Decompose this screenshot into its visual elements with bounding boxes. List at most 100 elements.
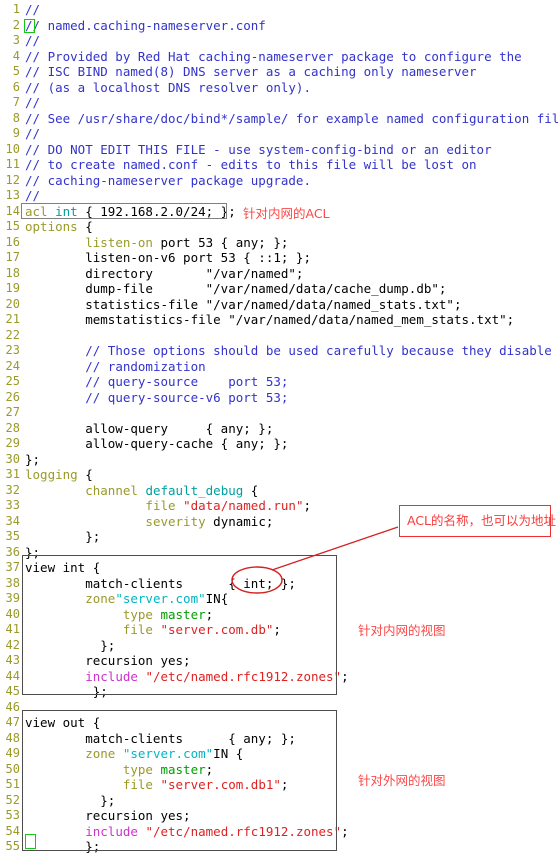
line-content[interactable]: logging { — [22, 467, 93, 483]
line-content[interactable]: }; — [22, 452, 40, 468]
line-content[interactable]: severity dynamic; — [22, 514, 273, 530]
line-content[interactable]: // DO NOT EDIT THIS FILE - use system-co… — [22, 142, 492, 158]
code-line[interactable]: 42 }; — [0, 638, 559, 654]
code-line[interactable]: 55 }; — [0, 839, 559, 855]
line-content[interactable]: allow-query { any; }; — [22, 421, 273, 437]
code-line[interactable]: 50 type master; — [0, 762, 559, 778]
code-line[interactable]: 19 dump-file "/var/named/data/cache_dump… — [0, 281, 559, 297]
code-line[interactable]: 18 directory "/var/named"; — [0, 266, 559, 282]
code-line[interactable]: 23 // Those options should be used caref… — [0, 343, 559, 359]
code-line[interactable]: 21 memstatistics-file "/var/named/data/n… — [0, 312, 559, 328]
code-line[interactable]: 37 view int { — [0, 560, 559, 576]
code-line[interactable]: 1// — [0, 2, 559, 18]
code-line[interactable]: 27 — [0, 405, 559, 421]
line-content[interactable]: type master; — [22, 607, 213, 623]
line-content[interactable]: statistics-file "/var/named/data/named_s… — [22, 297, 461, 313]
code-line[interactable]: 20 statistics-file "/var/named/data/name… — [0, 297, 559, 313]
code-line[interactable]: 49 zone "server.com"IN { — [0, 746, 559, 762]
line-content[interactable]: view out { — [22, 715, 100, 731]
line-content[interactable]: zone"server.com"IN{ — [22, 591, 228, 607]
code-line[interactable]: 12// caching-nameserver package upgrade. — [0, 173, 559, 189]
code-line[interactable]: 46 — [0, 700, 559, 716]
code-line[interactable]: 43 recursion yes; — [0, 653, 559, 669]
code-line[interactable]: 30}; — [0, 452, 559, 468]
code-line[interactable]: 47 view out { — [0, 715, 559, 731]
line-content[interactable]: match-clients { int; }; — [22, 576, 296, 592]
code-line[interactable]: 3// — [0, 33, 559, 49]
code-line[interactable]: 26 // query-source-v6 port 53; — [0, 390, 559, 406]
line-content[interactable]: // — [22, 95, 40, 111]
line-content[interactable]: // — [22, 188, 40, 204]
line-content[interactable]: }; — [22, 529, 100, 545]
line-content[interactable]: }; — [22, 638, 115, 654]
code-line[interactable]: 44 include "/etc/named.rfc1912.zones"; — [0, 669, 559, 685]
code-line[interactable]: 31 logging { — [0, 467, 559, 483]
line-content[interactable]: include "/etc/named.rfc1912.zones"; — [22, 669, 348, 685]
line-content[interactable]: // Provided by Red Hat caching-nameserve… — [22, 49, 522, 65]
line-content[interactable]: zone "server.com"IN { — [22, 746, 243, 762]
line-content[interactable]: // query-source port 53; — [22, 374, 288, 390]
code-line[interactable]: 4// Provided by Red Hat caching-nameserv… — [0, 49, 559, 65]
code-line[interactable]: 38 match-clients { int; }; — [0, 576, 559, 592]
line-content[interactable]: // query-source-v6 port 53; — [22, 390, 288, 406]
line-content[interactable]: options { — [22, 219, 93, 235]
code-line[interactable]: 6// (as a localhost DNS resolver only). — [0, 80, 559, 96]
code-line[interactable]: 5// ISC BIND named(8) DNS server as a ca… — [0, 64, 559, 80]
line-content[interactable]: // — [22, 33, 40, 49]
code-line[interactable]: 16 listen-on port 53 { any; }; — [0, 235, 559, 251]
line-content[interactable]: // ISC BIND named(8) DNS server as a cac… — [22, 64, 477, 80]
code-line[interactable]: 11// to create named.conf - edits to thi… — [0, 157, 559, 173]
code-line[interactable]: 24 // randomization — [0, 359, 559, 375]
line-content[interactable]: memstatistics-file "/var/named/data/name… — [22, 312, 514, 328]
line-content[interactable]: // randomization — [22, 359, 205, 375]
code-line[interactable]: 10// DO NOT EDIT THIS FILE - use system-… — [0, 142, 559, 158]
code-line[interactable]: 28 allow-query { any; }; — [0, 421, 559, 437]
line-content[interactable]: recursion yes; — [22, 653, 190, 669]
code-lines-container[interactable]: 1// 2// named.caching-nameserver.conf 3/… — [0, 2, 559, 855]
line-content[interactable]: recursion yes; — [22, 808, 190, 824]
line-content[interactable]: // (as a localhost DNS resolver only). — [22, 80, 311, 96]
code-line[interactable]: 13// — [0, 188, 559, 204]
line-content[interactable]: match-clients { any; }; — [22, 731, 296, 747]
line-content[interactable]: acl int { 192.168.2.0/24; }; — [22, 204, 236, 220]
line-content[interactable]: // to create named.conf - edits to this … — [22, 157, 477, 173]
line-content[interactable]: // See /usr/share/doc/bind*/sample/ for … — [22, 111, 559, 127]
line-content[interactable]: directory "/var/named"; — [22, 266, 303, 282]
code-line[interactable]: 51 file "server.com.db1"; — [0, 777, 559, 793]
line-content[interactable]: dump-file "/var/named/data/cache_dump.db… — [22, 281, 446, 297]
code-line[interactable]: 40 type master; — [0, 607, 559, 623]
code-line[interactable]: 2// named.caching-nameserver.conf — [0, 18, 559, 34]
line-content[interactable]: allow-query-cache { any; }; — [22, 436, 288, 452]
line-content[interactable]: view int { — [22, 560, 100, 576]
line-content[interactable]: file "server.com.db1"; — [22, 777, 289, 793]
code-line[interactable]: 22 — [0, 328, 559, 344]
code-line[interactable]: 25 // query-source port 53; — [0, 374, 559, 390]
line-content[interactable]: channel default_debug { — [22, 483, 258, 499]
line-content[interactable]: file "data/named.run"; — [22, 498, 311, 514]
code-line[interactable]: 48 match-clients { any; }; — [0, 731, 559, 747]
code-line[interactable]: 52 }; — [0, 793, 559, 809]
line-content[interactable]: // Those options should be used carefull… — [22, 343, 559, 359]
line-content[interactable]: include "/etc/named.rfc1912.zones"; — [22, 824, 348, 840]
code-line[interactable]: 9// — [0, 126, 559, 142]
code-line[interactable]: 29 allow-query-cache { any; }; — [0, 436, 559, 452]
code-line[interactable]: 41 file "server.com.db"; — [0, 622, 559, 638]
line-content[interactable]: // caching-nameserver package upgrade. — [22, 173, 311, 189]
code-line[interactable]: 8// See /usr/share/doc/bind*/sample/ for… — [0, 111, 559, 127]
line-content[interactable]: // — [22, 126, 40, 142]
line-content[interactable]: type master; — [22, 762, 213, 778]
line-content[interactable]: }; — [22, 684, 108, 700]
line-content[interactable]: // — [22, 2, 40, 18]
code-line[interactable]: 7// — [0, 95, 559, 111]
line-content[interactable]: }; — [22, 545, 40, 561]
code-line[interactable]: 54 include "/etc/named.rfc1912.zones"; — [0, 824, 559, 840]
line-content[interactable]: file "server.com.db"; — [22, 622, 281, 638]
line-content[interactable]: listen-on port 53 { any; }; — [22, 235, 288, 251]
code-line[interactable]: 39 zone"server.com"IN{ — [0, 591, 559, 607]
line-content[interactable]: // named.caching-nameserver.conf — [22, 18, 266, 34]
line-content[interactable]: listen-on-v6 port 53 { ::1; }; — [22, 250, 311, 266]
code-line[interactable]: 17 listen-on-v6 port 53 { ::1; }; — [0, 250, 559, 266]
code-line[interactable]: 53 recursion yes; — [0, 808, 559, 824]
text-editor[interactable]: 1// 2// named.caching-nameserver.conf 3/… — [0, 0, 559, 860]
code-line[interactable]: 32 channel default_debug { — [0, 483, 559, 499]
